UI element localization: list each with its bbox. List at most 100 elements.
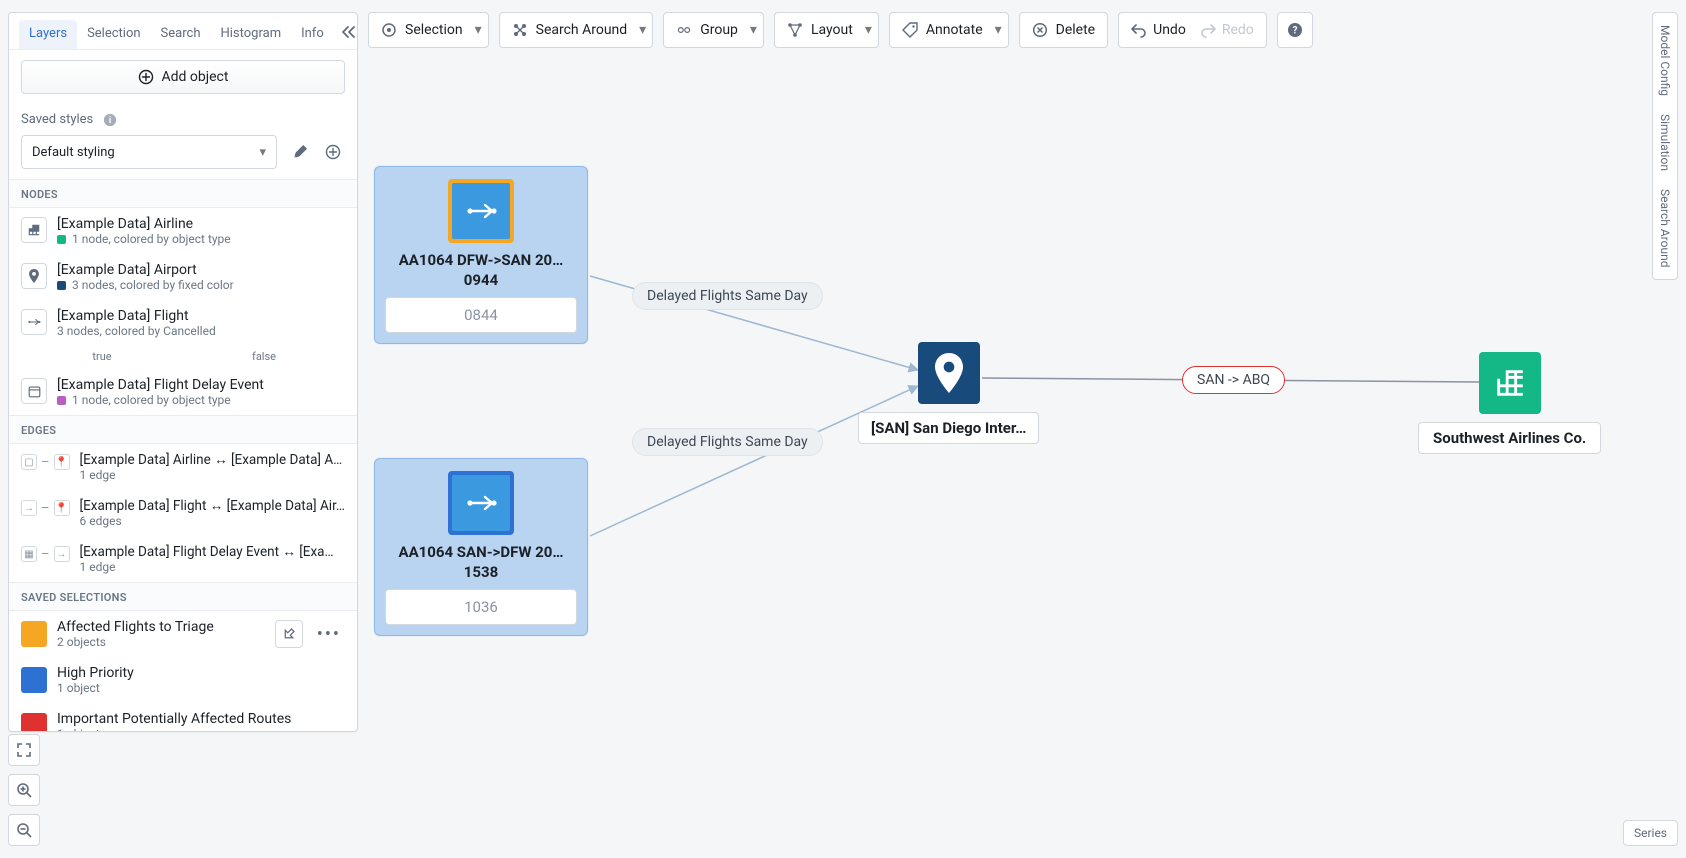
node-airport-label: [SAN] San Diego Inter…: [858, 412, 1039, 444]
node-flight-2[interactable]: AA1064 SAN->DFW 20… 1538 1036: [374, 458, 588, 636]
color-swatch: [21, 713, 47, 732]
saved-selection-row[interactable]: High Priority1 object: [9, 657, 357, 703]
help-button[interactable]: ?: [1277, 12, 1313, 48]
edge-title: [Example Data] Flight ↔ [Example Data] A…: [80, 498, 345, 514]
color-dot: [57, 281, 66, 290]
node-flight-2-title: AA1064 SAN->DFW 20…: [385, 543, 577, 561]
search-around-button[interactable]: Search Around ▾: [499, 12, 654, 48]
group-button[interactable]: Group ▾: [663, 12, 764, 48]
layout-button[interactable]: Layout ▾: [774, 12, 879, 48]
saved-selection-sub: 2 objects: [57, 635, 265, 649]
node-type-title: [Example Data] Airline: [57, 216, 345, 232]
zoom-out-button[interactable]: [8, 814, 40, 846]
layout-label: Layout: [811, 22, 853, 38]
svg-text:i: i: [109, 116, 111, 126]
node-airport-san[interactable]: [SAN] San Diego Inter…: [858, 342, 1039, 444]
selection-action-button[interactable]: [275, 620, 303, 648]
nodes-header: NODES: [9, 179, 357, 208]
series-button[interactable]: Series: [1623, 820, 1678, 846]
color-swatch: [21, 621, 47, 647]
flight-icon: [21, 309, 47, 335]
node-type-sub: 1 node, colored by object type: [72, 393, 231, 407]
saved-selection-row[interactable]: Affected Flights to Triage2 objects •••: [9, 611, 357, 657]
redo-button[interactable]: Redo: [1200, 22, 1254, 38]
search-around-icon: [512, 22, 528, 38]
style-select[interactable]: Default styling ▾: [21, 135, 277, 169]
info-icon: i: [103, 113, 117, 127]
edge-label-delayed-1: Delayed Flights Same Day: [632, 282, 823, 310]
node-type-flight[interactable]: [Example Data] Flight 3 nodes, colored b…: [9, 300, 357, 346]
tab-info[interactable]: Info: [291, 20, 334, 49]
annotate-button[interactable]: Annotate ▾: [889, 12, 1009, 48]
undo-redo-group: Undo Redo: [1118, 12, 1267, 48]
svg-text:?: ?: [1292, 26, 1297, 37]
undo-button[interactable]: Undo: [1131, 22, 1186, 38]
node-type-title: [Example Data] Flight Delay Event: [57, 377, 345, 393]
color-dot: [57, 235, 66, 244]
undo-label: Undo: [1153, 22, 1186, 38]
search-around-label: Search Around: [536, 22, 628, 38]
target-icon: [381, 22, 397, 38]
rail-search-around[interactable]: Search Around: [1658, 185, 1672, 271]
chevron-down-icon: ▾: [639, 22, 646, 38]
node-flight-1[interactable]: AA1064 DFW->SAN 20… 0944 0844: [374, 166, 588, 344]
flight-icon: [448, 179, 514, 243]
add-style-button[interactable]: [321, 140, 345, 164]
edge-title: [Example Data] Flight Delay Event ↔ [Exa…: [80, 544, 345, 560]
edge-label-delayed-2: Delayed Flights Same Day: [632, 428, 823, 456]
add-object-button[interactable]: Add object: [21, 60, 345, 94]
chevron-down-icon: ▾: [475, 22, 482, 38]
node-airline-label: Southwest Airlines Co.: [1418, 422, 1601, 454]
tab-selection[interactable]: Selection: [77, 20, 150, 49]
annotate-label: Annotate: [926, 22, 983, 38]
map-controls: [8, 734, 40, 846]
node-type-sub: 3 nodes, colored by fixed color: [72, 278, 234, 292]
tab-search[interactable]: Search: [151, 20, 211, 49]
node-flight-2-num: 1538: [385, 563, 577, 581]
node-type-sub: 1 node, colored by object type: [72, 232, 231, 246]
rail-model-config[interactable]: Model Config: [1658, 21, 1672, 100]
node-flight-2-box: 1036: [385, 589, 577, 625]
edge-type-row[interactable]: ▢–📍 [Example Data] Airline ↔ [Example Da…: [9, 444, 357, 490]
chevron-down-icon: ▾: [259, 145, 266, 160]
more-menu-button[interactable]: •••: [313, 624, 345, 645]
edge-type-row[interactable]: ▦–→ [Example Data] Flight Delay Event ↔ …: [9, 536, 357, 582]
calendar-icon: [21, 378, 47, 404]
node-type-airline[interactable]: [Example Data] Airline 1 node, colored b…: [9, 208, 357, 254]
selection-button[interactable]: Selection ▾: [368, 12, 489, 48]
saved-selection-title: High Priority: [57, 665, 345, 681]
node-airline-southwest[interactable]: Southwest Airlines Co.: [1418, 352, 1601, 454]
rail-simulation[interactable]: Simulation: [1658, 110, 1672, 175]
node-flight-1-box: 0844: [385, 297, 577, 333]
collapse-panel-button[interactable]: [334, 19, 358, 49]
add-object-label: Add object: [162, 69, 229, 85]
left-sidebar: Layers Selection Search Histogram Info A…: [8, 12, 358, 732]
help-icon: ?: [1287, 22, 1303, 38]
tab-layers[interactable]: Layers: [19, 20, 77, 49]
saved-selection-row[interactable]: Important Potentially Affected Routes1 o…: [9, 703, 357, 732]
node-flight-1-num: 0944: [385, 271, 577, 289]
zoom-in-button[interactable]: [8, 774, 40, 806]
saved-styles-label: Saved styles: [21, 112, 93, 127]
fit-to-screen-button[interactable]: [8, 734, 40, 766]
redo-label: Redo: [1222, 22, 1254, 38]
edge-title: [Example Data] Airline ↔ [Example Data] …: [80, 452, 345, 468]
node-type-flight-delay-event[interactable]: [Example Data] Flight Delay Event 1 node…: [9, 369, 357, 415]
top-toolbar: Selection ▾ Search Around ▾ Group ▾ Layo…: [368, 12, 1313, 48]
edge-sub: 1 edge: [80, 560, 345, 574]
saved-selection-title: Affected Flights to Triage: [57, 619, 265, 635]
node-type-airport[interactable]: [Example Data] Airport 3 nodes, colored …: [9, 254, 357, 300]
delete-button[interactable]: Delete: [1019, 12, 1108, 48]
chevron-down-icon: ▾: [750, 22, 757, 38]
tab-histogram[interactable]: Histogram: [210, 20, 291, 49]
selection-label: Selection: [405, 22, 463, 38]
cancelled-color-labels: true false: [9, 350, 357, 369]
tag-icon: [902, 22, 918, 38]
office-icon: [21, 217, 47, 243]
edge-type-row[interactable]: →–📍 [Example Data] Flight ↔ [Example Dat…: [9, 490, 357, 536]
node-type-sub: 3 nodes, colored by Cancelled: [57, 324, 216, 338]
edit-style-button[interactable]: [287, 140, 311, 164]
group-icon: [676, 22, 692, 38]
color-swatch: [21, 667, 47, 693]
chevron-down-icon: ▾: [995, 22, 1002, 38]
